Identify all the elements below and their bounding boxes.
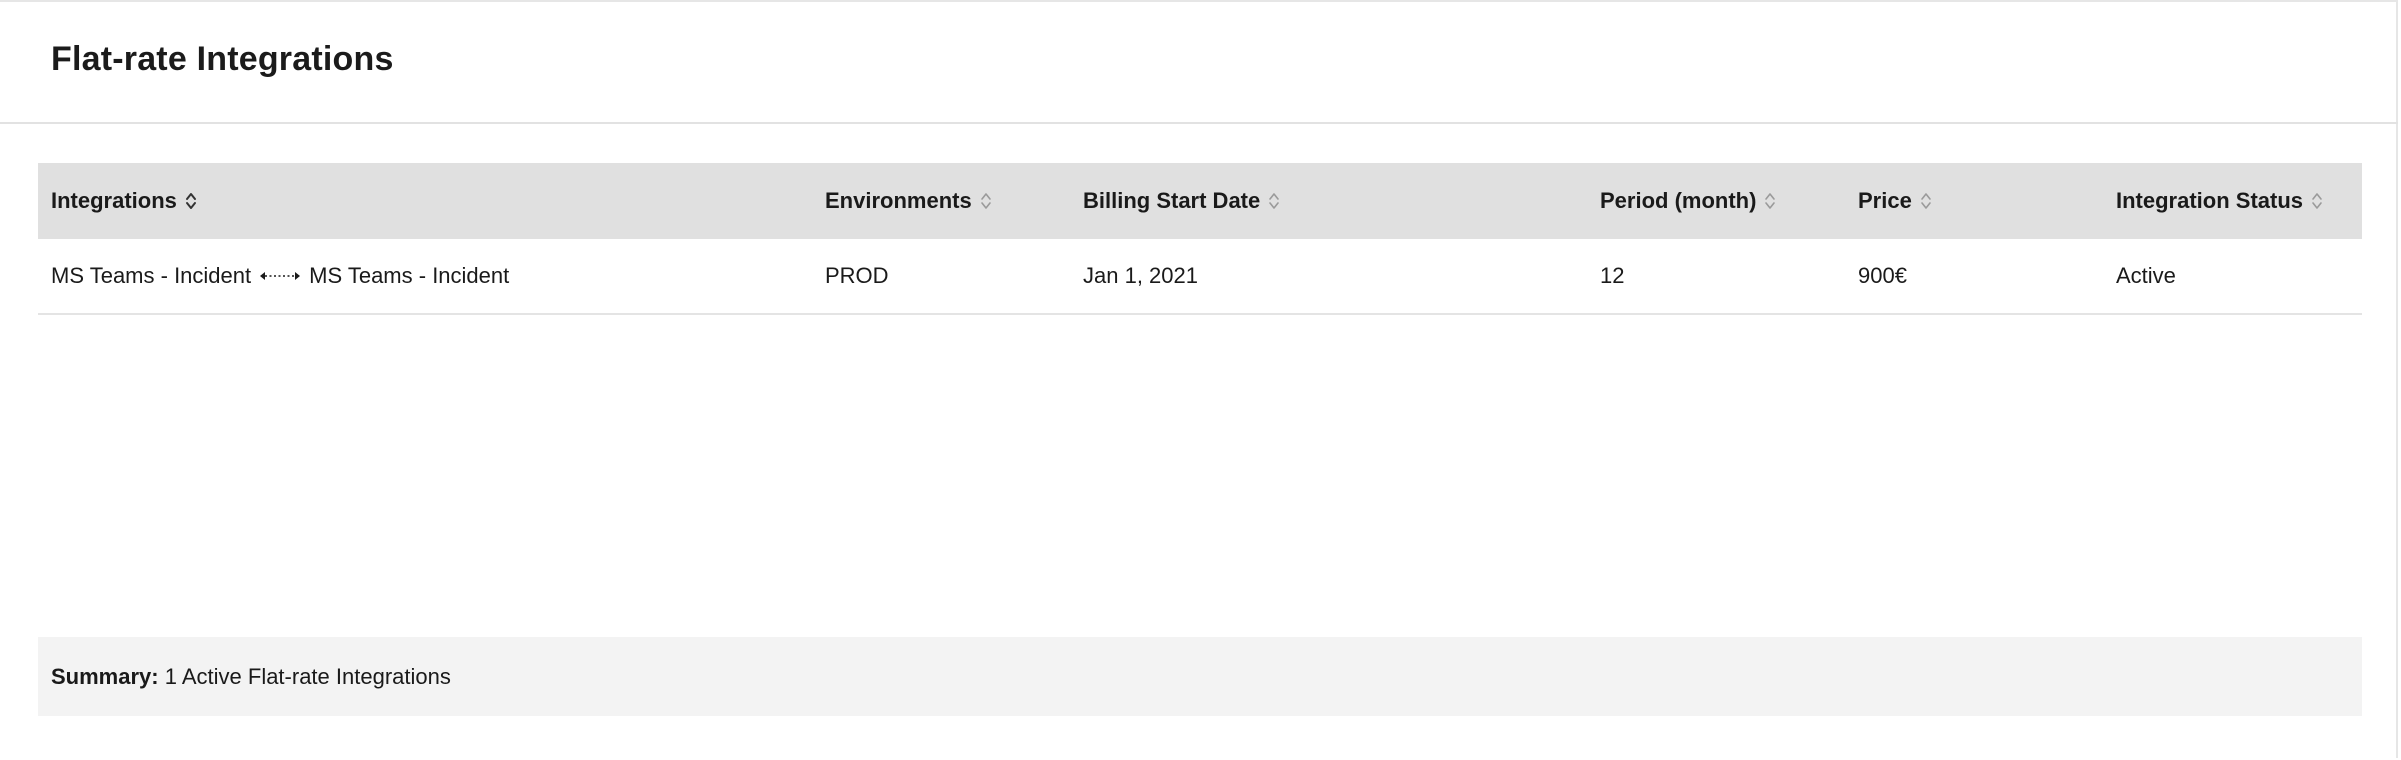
column-header-billing-start-date[interactable]: Billing Start Date xyxy=(1083,163,1280,239)
column-header-label: Price xyxy=(1858,188,1912,213)
integration-cell[interactable]: MS Teams - Incident MS Teams - Incident xyxy=(51,239,509,313)
column-header-integration-status[interactable]: Integration Status xyxy=(2116,163,2323,239)
column-header-environments[interactable]: Environments xyxy=(825,163,992,239)
integration-target: MS Teams - Incident xyxy=(309,263,510,288)
sort-icon[interactable] xyxy=(2311,191,2323,211)
sort-icon[interactable] xyxy=(1920,191,1932,211)
summary-value: 1 Active Flat-rate Integrations xyxy=(164,663,451,689)
column-header-label: Billing Start Date xyxy=(1083,188,1261,213)
integration-source: MS Teams - Incident xyxy=(51,263,252,288)
column-header-label: Integration Status xyxy=(2116,188,2304,213)
column-header-period[interactable]: Period (month) xyxy=(1600,163,1776,239)
integrations-table: Integrations Environments Billing Start … xyxy=(38,163,2362,315)
summary-label: Summary: xyxy=(51,663,159,689)
column-header-price[interactable]: Price xyxy=(1858,163,1932,239)
sort-icon[interactable] xyxy=(185,191,197,211)
environment-cell: PROD xyxy=(825,263,889,288)
billing-start-date-cell: Jan 1, 2021 xyxy=(1083,263,1198,288)
column-header-label: Environments xyxy=(825,188,972,213)
bidirectional-arrow-icon xyxy=(259,269,301,283)
sort-icon[interactable] xyxy=(980,191,992,211)
sort-icon[interactable] xyxy=(1764,191,1776,211)
page-frame: Flat-rate Integrations Integrations Envi… xyxy=(0,0,2398,758)
page-header: Flat-rate Integrations xyxy=(0,2,2398,124)
sort-icon[interactable] xyxy=(1268,191,1280,211)
status-cell: Active xyxy=(2116,263,2176,288)
page-title: Flat-rate Integrations xyxy=(51,40,394,78)
table-row[interactable]: MS Teams - Incident MS Teams - Incident … xyxy=(38,239,2362,315)
table-header-row: Integrations Environments Billing Start … xyxy=(38,163,2362,239)
summary-text: Summary: 1 Active Flat-rate Integrations xyxy=(51,664,451,690)
price-cell: 900€ xyxy=(1858,263,1907,288)
column-header-label: Integrations xyxy=(51,188,177,213)
period-cell: 12 xyxy=(1600,263,1625,288)
column-header-label: Period (month) xyxy=(1600,188,1757,213)
summary-bar: Summary: 1 Active Flat-rate Integrations xyxy=(38,637,2362,716)
column-header-integrations[interactable]: Integrations xyxy=(51,163,197,239)
